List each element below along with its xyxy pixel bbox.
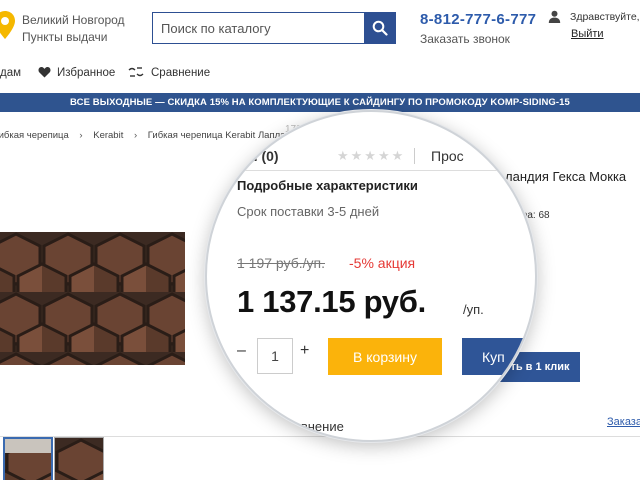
order-link[interactable]: Заказа	[607, 416, 640, 428]
price-unit: /уп.	[463, 302, 484, 317]
magnifier-lens: вы (0) ★★★★★ Прос Подробные характеристи…	[205, 110, 537, 442]
thumbnail-image	[5, 439, 51, 480]
reviews-tab[interactable]: вы (0)	[237, 148, 279, 164]
chevron-right-icon: ›	[133, 130, 138, 141]
promo-code: KOMP-SIDING-15	[490, 97, 570, 108]
compare-link[interactable]: Сравнение	[277, 419, 344, 434]
divider	[414, 148, 415, 164]
discount-badge: -5% акция	[349, 255, 416, 271]
current-price: 1 137.15 руб.	[237, 284, 426, 319]
search-input[interactable]	[152, 12, 366, 44]
promo-text: ВСЕ ВЫХОДНЫЕ — СКИДКА 15% НА КОМПЛЕКТУЮЩ…	[70, 97, 488, 108]
secondary-nav: дам Избранное Сравнение	[0, 62, 640, 84]
header: Великий Новгород Пункты выдачи 8-812-777…	[0, 0, 640, 60]
breadcrumb-item[interactable]: Гибкая черепица	[0, 130, 69, 141]
rating-stars: ★★★★★	[337, 148, 406, 163]
nav-compare-link[interactable]: Сравнение	[151, 67, 210, 79]
quantity-decrease-button[interactable]: –	[237, 342, 246, 360]
viewed-tab[interactable]: Прос	[431, 148, 464, 164]
nav-favorites-link[interactable]: Избранное	[57, 67, 115, 79]
heart-icon	[38, 66, 51, 78]
divider	[0, 436, 640, 437]
detailed-specs-link[interactable]: Подробные характеристики	[237, 178, 418, 193]
product-title: ландия Гекса Мокка	[505, 169, 627, 184]
add-to-cart-button[interactable]: В корзину	[328, 338, 442, 375]
thumbnail-image	[55, 438, 103, 480]
search-icon	[372, 20, 388, 36]
callback-link[interactable]: Заказать звонок	[420, 32, 510, 46]
quantity-increase-button[interactable]: +	[300, 342, 309, 360]
breadcrumb-item[interactable]: Kerabit	[93, 130, 123, 141]
buy-button[interactable]: Куп	[462, 338, 535, 375]
city-selector[interactable]: Великий Новгород	[22, 13, 125, 27]
divider	[207, 170, 535, 171]
greeting-text: Здравствуйте,	[570, 11, 640, 23]
nav-shops-link[interactable]: дам	[0, 67, 21, 79]
search-button[interactable]	[364, 12, 396, 44]
product-image[interactable]	[0, 232, 185, 365]
logout-link[interactable]: Выйти	[571, 28, 604, 40]
location-pin-icon[interactable]	[0, 10, 16, 40]
user-icon	[548, 10, 561, 23]
quantity-input[interactable]	[257, 338, 293, 374]
product-thumbnail[interactable]	[3, 437, 53, 480]
chevron-right-icon: ›	[79, 130, 83, 141]
pickup-points-link[interactable]: Пункты выдачи	[22, 30, 107, 44]
old-price: 1 197 руб./уп.	[237, 255, 325, 271]
product-thumbnail[interactable]	[54, 437, 104, 480]
promo-banner[interactable]: ВСЕ ВЫХОДНЫЕ — СКИДКА 15% НА КОМПЛЕКТУЮЩ…	[0, 93, 640, 112]
delivery-time: Срок поставки 3-5 дней	[237, 204, 380, 219]
compare-icon	[128, 67, 144, 77]
phone-number[interactable]: 8-812-777-6-777	[420, 11, 536, 28]
